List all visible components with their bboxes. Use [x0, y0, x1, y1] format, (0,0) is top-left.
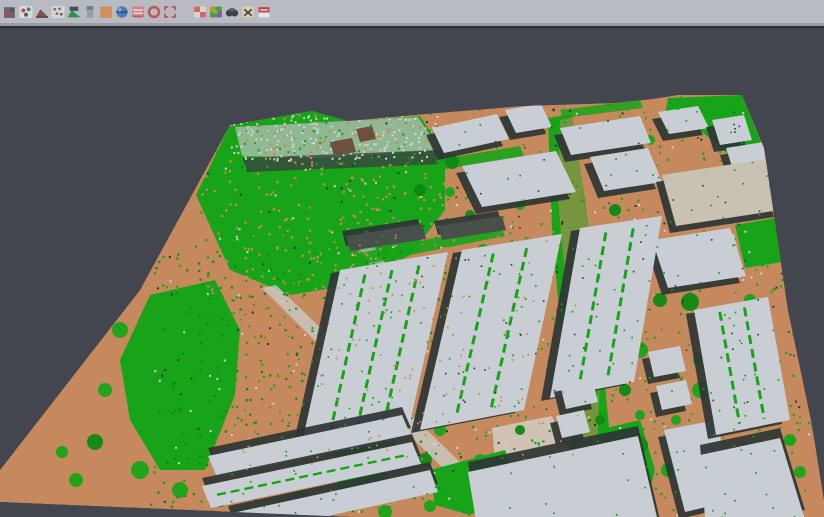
measure-cross-button[interactable]: [240, 2, 255, 21]
profile-column-button[interactable]: [82, 2, 97, 21]
clipping-box-button[interactable]: [2, 2, 17, 21]
point-cloud-icon: [51, 5, 65, 19]
raster-grid-button[interactable]: [192, 2, 207, 21]
point-samples-button[interactable]: [18, 2, 33, 21]
circle-select-icon: [147, 5, 161, 19]
clipping-box-icon: [3, 5, 17, 19]
tin-surface-button[interactable]: [66, 2, 81, 21]
orthophoto-button[interactable]: [98, 2, 113, 21]
flag-tool-button[interactable]: [256, 2, 271, 21]
attribute-table-icon: [131, 5, 145, 19]
orthophoto-icon: [99, 5, 113, 19]
classification-map-button[interactable]: [208, 2, 223, 21]
toolbar-group-1: [2, 2, 178, 21]
terrain-mound-icon: [35, 5, 49, 19]
viewport-top-border: [0, 26, 824, 28]
zoom-extents-button[interactable]: [162, 2, 177, 21]
classification-map-icon: [209, 5, 223, 19]
raster-grid-icon: [193, 5, 207, 19]
point-cloud-viewport[interactable]: [0, 0, 824, 517]
measure-cross-icon: [241, 5, 255, 19]
zoom-extents-icon: [163, 5, 177, 19]
toolbar: [0, 0, 824, 23]
point-samples-icon: [19, 5, 33, 19]
point-cloud-button[interactable]: [50, 2, 65, 21]
toolbar-separator: [178, 11, 192, 12]
globe-icon: [115, 5, 129, 19]
view-finder-button[interactable]: [224, 2, 239, 21]
globe-button[interactable]: [114, 2, 129, 21]
attribute-table-button[interactable]: [130, 2, 145, 21]
profile-column-icon: [83, 5, 97, 19]
terrain-mesh: [0, 95, 824, 517]
terrain-mound-button[interactable]: [34, 2, 49, 21]
flag-tool-icon: [257, 5, 271, 19]
app-window: [0, 0, 824, 517]
toolbar-group-2: [192, 2, 272, 21]
view-finder-icon: [225, 5, 239, 19]
tin-surface-icon: [67, 5, 81, 19]
circle-select-button[interactable]: [146, 2, 161, 21]
